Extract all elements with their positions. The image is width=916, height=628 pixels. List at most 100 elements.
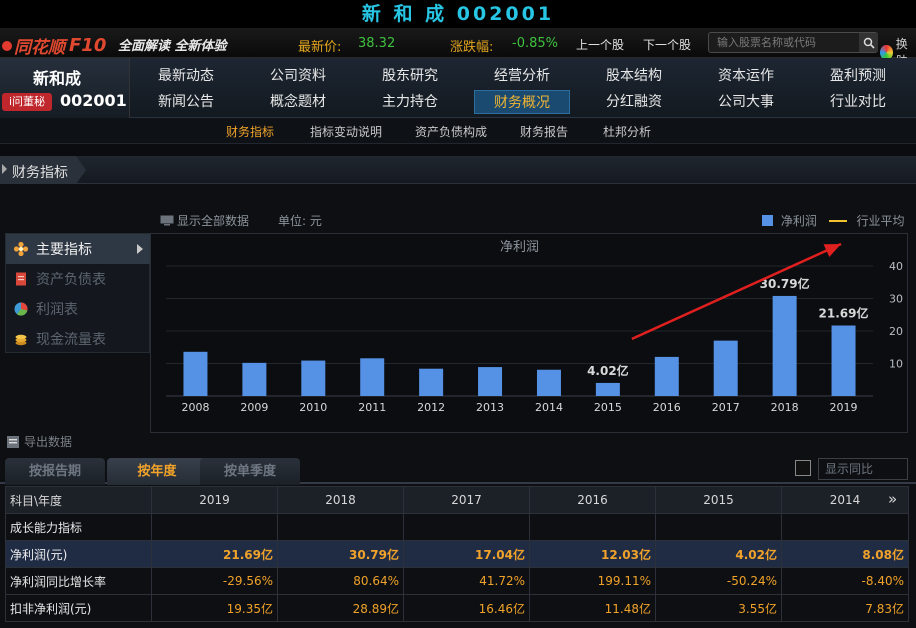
menu-major-events[interactable]: 公司大事 — [698, 90, 794, 114]
table-cell — [278, 514, 404, 541]
sidebar-item-cash-flow[interactable]: 现金流量表 — [6, 324, 151, 354]
menu-company-profile[interactable]: 公司资料 — [250, 64, 346, 88]
change-percent-label: 涨跌幅: — [450, 36, 493, 55]
yoy-checkbox[interactable] — [795, 460, 811, 476]
table-cell: 11.48亿 — [530, 595, 656, 622]
legend-line-swatch — [829, 220, 847, 222]
bar — [714, 341, 738, 396]
table-cell: 8.08亿 — [782, 541, 909, 568]
menu-dividends-financing[interactable]: 分红融资 — [586, 90, 682, 114]
sub-navigation: 财务指标 指标变动说明 资产负债构成 财务报告 杜邦分析 — [0, 118, 916, 144]
x-tick-label: 2019 — [830, 401, 858, 414]
flower-icon — [13, 241, 29, 257]
x-tick-label: 2012 — [417, 401, 445, 414]
bar — [832, 326, 856, 396]
menu-share-structure[interactable]: 股本结构 — [586, 64, 682, 88]
sidebar-item-balance-sheet[interactable]: 资产负债表 — [6, 264, 151, 294]
tab-by-year[interactable]: 按年度 — [107, 458, 207, 485]
stock-nav-bar: 新和成 i问董秘 002001 最新动态 公司资料 股东研究 经营分析 股本结构… — [0, 58, 916, 118]
next-stock-link[interactable]: 下一个股 — [643, 36, 691, 53]
menu-industry-comparison[interactable]: 行业对比 — [810, 90, 906, 114]
app-logo: 同花顺 F10 — [2, 33, 106, 58]
y-tick-label: 20 — [889, 325, 903, 338]
bar — [183, 352, 207, 396]
sidebar-item-income-statement[interactable]: 利润表 — [6, 294, 151, 324]
coins-icon — [13, 331, 29, 347]
sidebar-item-label: 利润表 — [36, 299, 78, 319]
caret-right-icon — [2, 164, 7, 174]
table-cell — [530, 514, 656, 541]
stock-search-input[interactable] — [717, 34, 857, 51]
sidebar-item-main-indicators[interactable]: 主要指标 — [6, 234, 151, 264]
subnav-indicator-changes[interactable]: 指标变动说明 — [310, 123, 382, 140]
menu-profit-forecast[interactable]: 盈利预测 — [810, 64, 906, 88]
subnav-dupont-analysis[interactable]: 杜邦分析 — [603, 123, 651, 140]
top-toolbar: 同花顺 F10 全面解读 全新体验 最新价: 38.32 涨跌幅: -0.85%… — [0, 28, 916, 58]
slogan: 全面解读 全新体验 — [118, 35, 227, 54]
prev-stock-link[interactable]: 上一个股 — [576, 36, 624, 53]
x-tick-label: 2014 — [535, 401, 563, 414]
ask-secretary-button[interactable]: i问董秘 — [2, 93, 52, 111]
yoy-toggle-button[interactable]: 显示同比 — [818, 458, 908, 480]
x-tick-label: 2008 — [181, 401, 209, 414]
menu-news-announcements[interactable]: 新闻公告 — [138, 90, 234, 114]
table-cell — [152, 514, 278, 541]
legend-line-label: 行业平均 — [857, 214, 905, 228]
tab-by-quarter[interactable]: 按单季度 — [200, 458, 300, 485]
arrow-right-icon — [137, 244, 143, 254]
bar — [478, 367, 502, 396]
export-data-button[interactable]: 导出数据 — [6, 433, 72, 450]
tab-by-report-period[interactable]: 按报告期 — [5, 458, 105, 485]
table-cell: 12.03亿 — [530, 541, 656, 568]
section-title: 财务指标 — [12, 162, 68, 182]
table-cell: 30.79亿 — [278, 541, 404, 568]
show-all-data-label: 显示全部数据 — [177, 214, 249, 228]
legend-bar-label: 净利润 — [781, 214, 817, 228]
table-cell: -50.24% — [656, 568, 782, 595]
menu-financial-overview[interactable]: 财务概况 — [474, 90, 570, 114]
menu-shareholder-research[interactable]: 股东研究 — [362, 64, 458, 88]
data-label: 4.02亿 — [587, 363, 629, 378]
indicator-sidebar: 主要指标 资产负债表 利润表 现金流量表 — [5, 233, 150, 353]
subnav-balance-structure[interactable]: 资产负债构成 — [415, 123, 487, 140]
table-cell: -29.56% — [152, 568, 278, 595]
export-icon — [6, 435, 20, 449]
x-tick-label: 2011 — [358, 401, 386, 414]
brand-suffix: F10 — [69, 35, 106, 56]
double-chevron-right-icon[interactable]: » — [888, 490, 897, 508]
menu-capital-operation[interactable]: 资本运作 — [698, 64, 794, 88]
x-tick-label: 2018 — [771, 401, 799, 414]
x-tick-label: 2010 — [299, 401, 327, 414]
table-cell: 17.04亿 — [404, 541, 530, 568]
export-data-label: 导出数据 — [24, 433, 72, 450]
latest-price-value: 38.32 — [358, 36, 395, 51]
menu-main-holdings[interactable]: 主力持仓 — [362, 90, 458, 114]
data-label: 21.69亿 — [819, 306, 869, 321]
table-cell: 16.46亿 — [404, 595, 530, 622]
y-tick-label: 10 — [889, 358, 903, 371]
section-tab: 财务指标 — [0, 156, 86, 184]
table-cell — [656, 514, 782, 541]
stock-search — [708, 32, 878, 53]
row-label: 净利润(元) — [6, 541, 152, 568]
sidebar-item-label: 现金流量表 — [36, 329, 106, 349]
search-button[interactable] — [859, 33, 878, 52]
header-cell: 2016 — [530, 487, 656, 514]
show-all-data-toggle[interactable]: 显示全部数据 — [160, 212, 249, 229]
header-cell: 2018 — [278, 487, 404, 514]
stock-code: 002001 — [60, 91, 127, 110]
subnav-financial-reports[interactable]: 财务报告 — [520, 123, 568, 140]
change-percent-value: -0.85% — [512, 36, 558, 51]
menu-business-analysis[interactable]: 经营分析 — [474, 64, 570, 88]
table-group-row: 成长能力指标 — [6, 514, 909, 541]
menu-latest-news[interactable]: 最新动态 — [138, 64, 234, 88]
subnav-financial-indicators[interactable]: 财务指标 — [226, 123, 274, 140]
period-tabs: 按报告期 按年度 按单季度 — [0, 456, 916, 484]
bar — [773, 296, 797, 396]
latest-price-label: 最新价: — [298, 36, 341, 55]
table-row: 净利润(元) 21.69亿 30.79亿 17.04亿 12.03亿 4.02亿… — [6, 541, 909, 568]
menu-concepts[interactable]: 概念题材 — [250, 90, 346, 114]
header-cell: 2017 — [404, 487, 530, 514]
x-tick-label: 2013 — [476, 401, 504, 414]
row-label: 净利润同比增长率 — [6, 568, 152, 595]
